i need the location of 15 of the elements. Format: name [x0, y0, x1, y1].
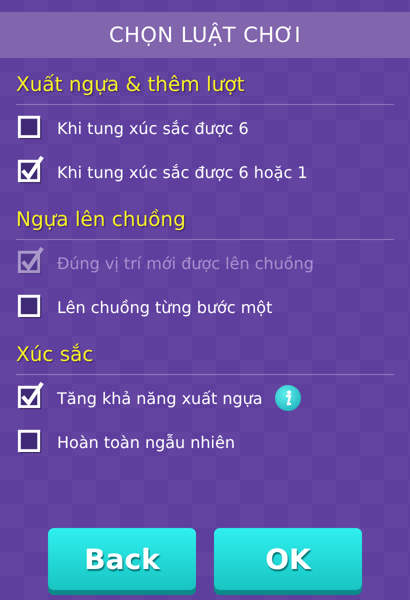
option-label: Lên chuồng từng bước một — [57, 298, 272, 316]
option-label: Khi tung xúc sắc được 6 — [57, 118, 249, 138]
section-heading: Xúc sắc — [16, 342, 394, 375]
section-heading: Xuất ngựa & thêm lượt — [16, 72, 394, 105]
option-label: Hoàn toàn ngẫu nhiên — [57, 432, 235, 452]
checkbox[interactable] — [16, 380, 45, 410]
dialog-title: CHỌN LUẬT CHƠI — [108, 23, 302, 47]
option-label: Tăng khả năng xuất ngựa — [57, 388, 263, 408]
option-label: Đúng vị trí mới được lên chuồng — [57, 254, 314, 272]
checkbox[interactable] — [16, 154, 45, 184]
ok-button[interactable]: OK — [214, 528, 362, 590]
option-label: Khi tung xúc sắc được 6 hoặc 1 — [57, 162, 308, 182]
info-icon[interactable] — [274, 385, 301, 411]
back-button[interactable]: Back — [48, 528, 196, 590]
section-heading: Ngựa lên chuồng — [16, 207, 394, 240]
